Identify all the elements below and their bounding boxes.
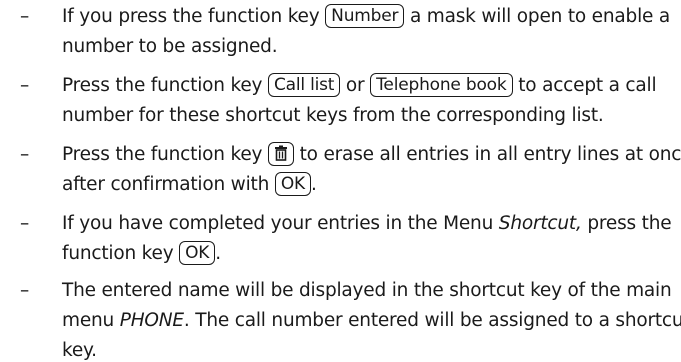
list-item-text: Press the function key Call list or Tele…: [62, 71, 677, 131]
text-fragment: to accept a call: [512, 75, 657, 96]
delete-key: [267, 142, 294, 166]
line: Press the function key to erase all entr…: [62, 140, 681, 170]
text-fragment: after confirmation with: [62, 174, 275, 195]
call-list-key: Call list: [267, 73, 341, 97]
line: The entered name will be displayed in th…: [62, 276, 677, 306]
text-fragment: or: [340, 75, 371, 96]
telephone-book-key: Telephone book: [370, 73, 513, 97]
line: function key OK.: [62, 239, 677, 269]
line: If you have completed your entries in th…: [62, 209, 677, 239]
list-item-text: Press the function key to erase all entr…: [62, 140, 681, 200]
text-fragment: number for these shortcut keys from the …: [62, 105, 604, 126]
text-fragment: . The call number entered will be assign…: [183, 310, 681, 331]
text-fragment: a mask will open to enable a: [404, 6, 671, 27]
line: after confirmation with OK.: [62, 170, 677, 200]
instruction-page: – If you press the function key Number a…: [0, 0, 681, 362]
list-dash: –: [20, 280, 30, 301]
menu-name: Shortcut,: [498, 213, 582, 234]
text-fragment: Press the function key: [62, 75, 268, 96]
text-fragment: function key: [62, 243, 180, 264]
text-fragment: Press the function key: [62, 144, 268, 165]
list-dash: –: [20, 75, 30, 96]
text-fragment: menu: [62, 310, 120, 331]
line: Press the function key Call list or Tele…: [62, 71, 677, 101]
list-dash: –: [20, 144, 30, 165]
text-fragment: If you have completed your entries in th…: [62, 213, 499, 234]
text-fragment: .: [215, 243, 221, 264]
text-fragment: If you press the function key: [62, 6, 326, 27]
text-fragment: The entered name will be displayed in th…: [62, 280, 672, 301]
menu-name: PHONE: [119, 310, 184, 331]
list-item-text: If you have completed your entries in th…: [62, 209, 677, 269]
list-dash: –: [20, 6, 30, 27]
text-fragment: .: [310, 174, 317, 195]
text-fragment: number to be assigned.: [62, 36, 278, 57]
line: key.: [62, 336, 677, 362]
ok-key: OK: [179, 241, 216, 265]
ok-key: OK: [274, 172, 311, 196]
line: If you press the function key Number a m…: [62, 2, 677, 32]
text-fragment: key.: [62, 340, 97, 361]
text-fragment: press the: [581, 213, 672, 234]
list-dash: –: [20, 213, 30, 234]
line: number for these shortcut keys from the …: [62, 101, 677, 131]
list-item-text: The entered name will be displayed in th…: [62, 276, 681, 362]
line: number to be assigned.: [62, 32, 677, 62]
text-fragment: to erase all entries in all entry lines …: [293, 144, 681, 165]
line: menu PHONE. The call number entered will…: [62, 306, 681, 336]
trash-icon: [274, 145, 287, 161]
list-item-text: If you press the function key Number a m…: [62, 2, 677, 62]
number-key: Number: [325, 4, 405, 28]
